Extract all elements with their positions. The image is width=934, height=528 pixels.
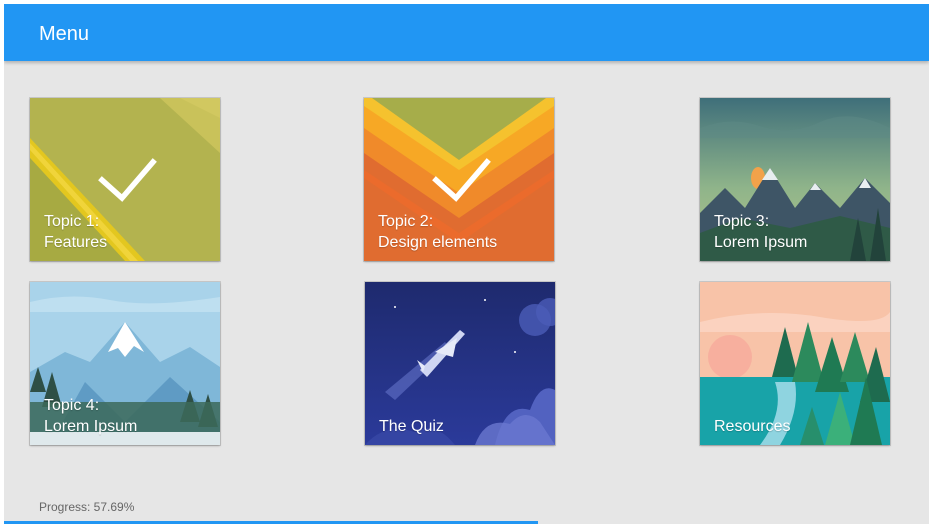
- tile-label: Topic 4: Lorem Ipsum: [44, 397, 138, 435]
- progress-bar: [4, 521, 929, 524]
- quiz-tile[interactable]: The Quiz: [365, 282, 555, 445]
- tile-label: Topic 1: Features: [44, 213, 108, 251]
- tile-label: The Quiz: [379, 418, 444, 435]
- resources-tile[interactable]: Resources: [700, 282, 890, 445]
- topic-2-tile[interactable]: Topic 2: Design elements: [364, 98, 554, 261]
- topic-1-tile[interactable]: Topic 1: Features: [30, 98, 220, 261]
- page-title: Menu: [39, 23, 90, 45]
- tile-label: Resources: [714, 418, 791, 435]
- progress-label: Progress: 57.69%: [39, 500, 135, 514]
- topic-3-tile[interactable]: Topic 3: Lorem Ipsum: [700, 98, 890, 261]
- topic-4-tile[interactable]: Topic 4: Lorem Ipsum: [30, 282, 220, 445]
- tile-label: Topic 3: Lorem Ipsum: [714, 213, 808, 251]
- progress-fill: [4, 521, 538, 524]
- app-window: Menu Topic 1: Features Topic 2: Design e…: [4, 4, 929, 524]
- tile-label: Topic 2: Design elements: [378, 213, 498, 251]
- app-bar: Menu: [4, 4, 929, 61]
